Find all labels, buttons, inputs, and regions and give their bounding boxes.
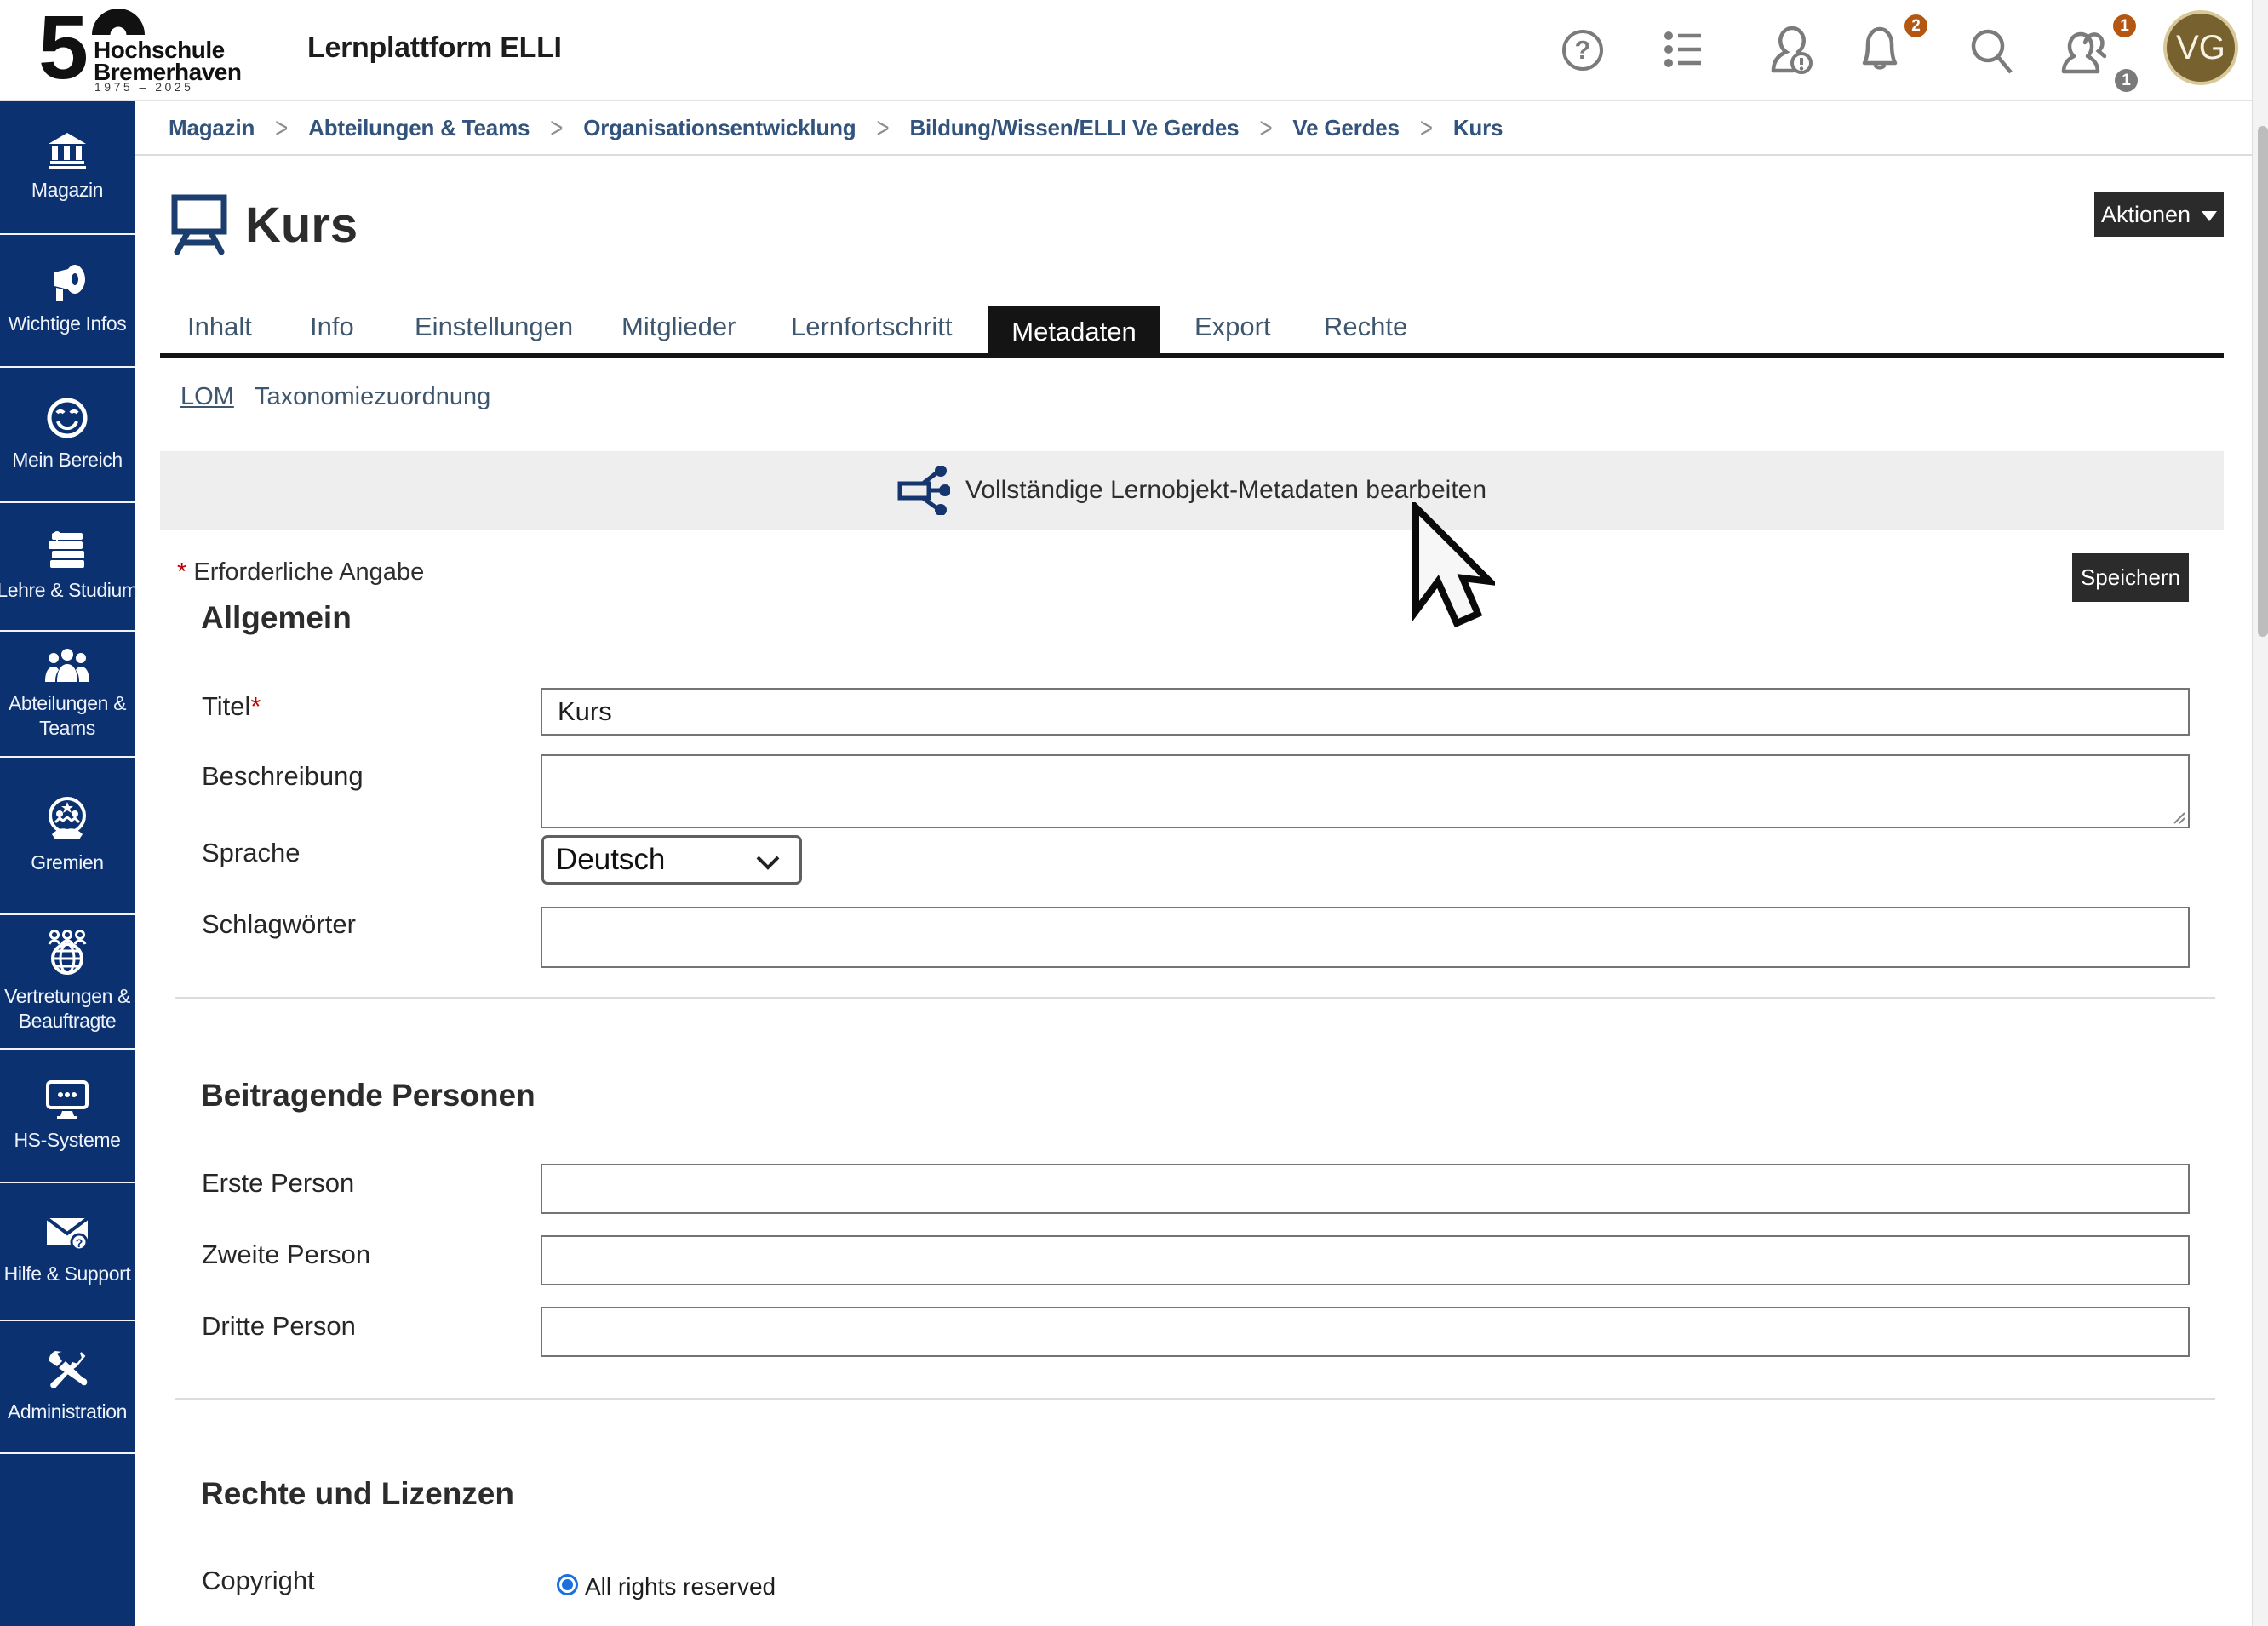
svg-text:?: ? xyxy=(1575,35,1591,65)
svg-text:1975 – 2025: 1975 – 2025 xyxy=(94,80,193,94)
svg-text:?: ? xyxy=(76,1236,83,1250)
svg-text:5: 5 xyxy=(38,3,89,97)
